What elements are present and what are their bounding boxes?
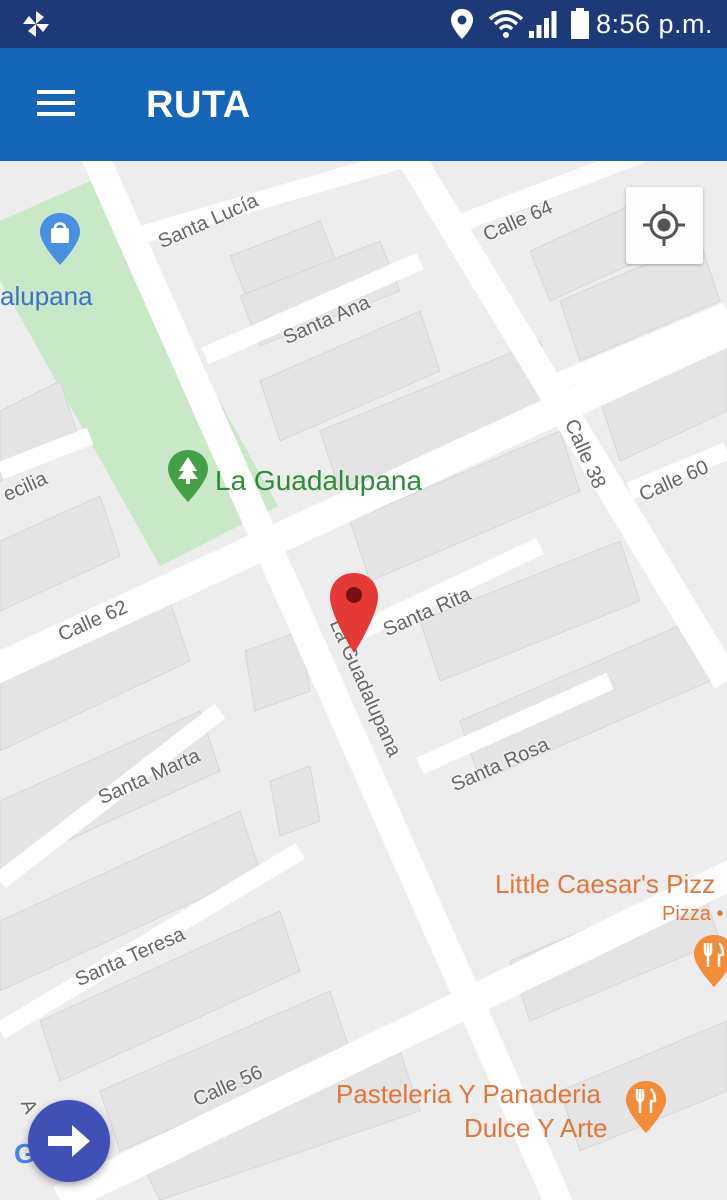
status-bar: 8:56 p.m. (0, 0, 727, 48)
signal-icon (529, 11, 557, 38)
poi-label-pasteleria[interactable]: Pasteleria Y Panaderia (336, 1079, 601, 1110)
restaurant-icon[interactable] (624, 1079, 668, 1135)
location-icon (451, 9, 473, 39)
poi-label-park[interactable]: La Guadalupana (215, 465, 422, 497)
menu-button[interactable] (22, 74, 92, 134)
restaurant-icon[interactable] (692, 933, 727, 989)
shopping-bag-icon[interactable] (38, 211, 82, 267)
poi-label-pasteleria-name[interactable]: Dulce Y Arte (464, 1113, 608, 1144)
status-time: 8:56 p.m. (595, 9, 713, 39)
location-marker-icon[interactable] (328, 571, 380, 655)
app-bar: RUTA (0, 48, 727, 161)
poi-label-shop[interactable]: alupana (0, 281, 93, 312)
hamburger-icon (37, 90, 75, 116)
my-location-icon (643, 204, 685, 246)
wifi-icon (488, 10, 524, 38)
arrow-right-icon (48, 1125, 90, 1157)
poi-category-pizza: Pizza • (662, 903, 724, 925)
battery-icon (571, 8, 589, 39)
pinwheel-icon (23, 11, 49, 37)
map-view[interactable]: Santa Lucía Calle 64 Santa Ana Calle 38 … (0, 161, 727, 1200)
page-title: RUTA (146, 84, 251, 126)
poi-label-little-caesars[interactable]: Little Caesar's Pizz (495, 869, 715, 900)
next-route-button[interactable] (28, 1100, 110, 1182)
tree-icon[interactable] (166, 448, 210, 504)
my-location-button[interactable] (626, 187, 703, 264)
